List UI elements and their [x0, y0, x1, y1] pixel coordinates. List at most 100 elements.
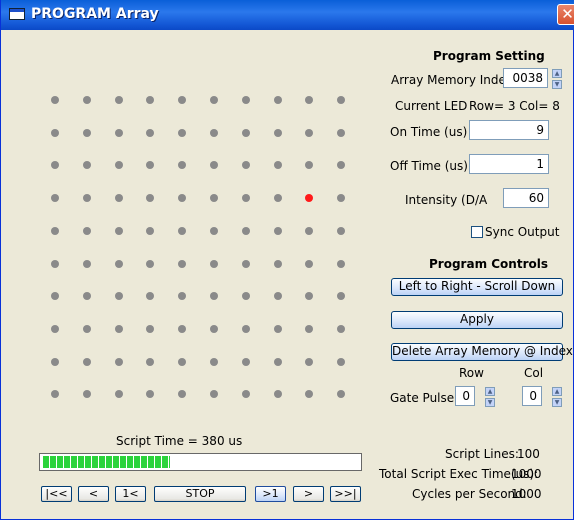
spin-up-icon[interactable]: ▲: [552, 387, 562, 396]
spin-up-icon[interactable]: ▲: [552, 69, 562, 78]
led[interactable]: [146, 194, 154, 202]
led[interactable]: [242, 161, 250, 169]
led[interactable]: [337, 358, 345, 366]
led[interactable]: [337, 390, 345, 398]
led[interactable]: [178, 292, 186, 300]
led[interactable]: [305, 390, 313, 398]
led[interactable]: [274, 292, 282, 300]
stop-button[interactable]: STOP: [154, 486, 246, 502]
led[interactable]: [337, 292, 345, 300]
led[interactable]: [83, 194, 91, 202]
led[interactable]: [115, 96, 123, 104]
led[interactable]: [178, 358, 186, 366]
led[interactable]: [274, 390, 282, 398]
led[interactable]: [305, 292, 313, 300]
led[interactable]: [274, 96, 282, 104]
led[interactable]: [337, 96, 345, 104]
led[interactable]: [242, 96, 250, 104]
led[interactable]: [274, 227, 282, 235]
led[interactable]: [210, 325, 218, 333]
led[interactable]: [146, 227, 154, 235]
spin-down-icon[interactable]: ▼: [485, 398, 495, 407]
led[interactable]: [242, 194, 250, 202]
led[interactable]: [51, 129, 59, 137]
nav-prev-button[interactable]: <: [78, 486, 109, 502]
led[interactable]: [305, 260, 313, 268]
led[interactable]: [242, 129, 250, 137]
led[interactable]: [51, 227, 59, 235]
gate-row-input[interactable]: 0: [455, 386, 475, 406]
led[interactable]: [242, 260, 250, 268]
title-bar[interactable]: PROGRAM Array ✕: [1, 0, 574, 30]
led[interactable]: [146, 129, 154, 137]
led[interactable]: [242, 292, 250, 300]
led[interactable]: [274, 358, 282, 366]
led[interactable]: [305, 227, 313, 235]
led[interactable]: [51, 96, 59, 104]
led[interactable]: [178, 325, 186, 333]
spin-down-icon[interactable]: ▼: [552, 80, 562, 89]
memory-index-spinner[interactable]: ▲ ▼: [552, 69, 562, 89]
led[interactable]: [305, 129, 313, 137]
nav-next-button[interactable]: >: [293, 486, 324, 502]
led[interactable]: [337, 325, 345, 333]
led[interactable]: [51, 260, 59, 268]
led[interactable]: [115, 194, 123, 202]
led[interactable]: [178, 390, 186, 398]
led[interactable]: [83, 292, 91, 300]
led[interactable]: [337, 161, 345, 169]
led[interactable]: [83, 390, 91, 398]
led[interactable]: [83, 96, 91, 104]
led[interactable]: [146, 390, 154, 398]
led[interactable]: [83, 129, 91, 137]
led[interactable]: [210, 260, 218, 268]
led[interactable]: [146, 260, 154, 268]
led[interactable]: [146, 325, 154, 333]
led[interactable]: [83, 358, 91, 366]
led[interactable]: [274, 129, 282, 137]
led[interactable]: [178, 161, 186, 169]
led[interactable]: [115, 260, 123, 268]
gate-col-input[interactable]: 0: [522, 386, 542, 406]
led[interactable]: [210, 161, 218, 169]
led[interactable]: [83, 161, 91, 169]
led[interactable]: [242, 390, 250, 398]
on-time-input[interactable]: 9: [469, 120, 549, 140]
led[interactable]: [210, 194, 218, 202]
scroll-direction-button[interactable]: Left to Right - Scroll Down: [391, 278, 563, 296]
led[interactable]: [115, 358, 123, 366]
led[interactable]: [337, 260, 345, 268]
led[interactable]: [83, 227, 91, 235]
off-time-input[interactable]: 1: [469, 154, 549, 174]
gate-col-spinner[interactable]: ▲ ▼: [552, 387, 562, 407]
memory-index-input[interactable]: 0038: [503, 68, 548, 88]
led[interactable]: [51, 292, 59, 300]
led[interactable]: [242, 325, 250, 333]
nav-step-back-button[interactable]: 1<: [115, 486, 146, 502]
led-active[interactable]: [305, 194, 313, 202]
led[interactable]: [305, 96, 313, 104]
led[interactable]: [115, 325, 123, 333]
led[interactable]: [274, 161, 282, 169]
led[interactable]: [115, 161, 123, 169]
led[interactable]: [146, 96, 154, 104]
led[interactable]: [83, 325, 91, 333]
led[interactable]: [115, 390, 123, 398]
spin-up-icon[interactable]: ▲: [485, 387, 495, 396]
intensity-input[interactable]: 60: [503, 188, 549, 208]
led[interactable]: [305, 325, 313, 333]
led[interactable]: [210, 96, 218, 104]
close-button[interactable]: ✕: [557, 4, 574, 25]
led[interactable]: [115, 227, 123, 235]
led[interactable]: [115, 292, 123, 300]
led[interactable]: [305, 358, 313, 366]
led[interactable]: [210, 227, 218, 235]
led[interactable]: [337, 194, 345, 202]
led[interactable]: [210, 390, 218, 398]
led[interactable]: [115, 129, 123, 137]
spin-down-icon[interactable]: ▼: [552, 398, 562, 407]
nav-first-button[interactable]: |<<: [41, 486, 72, 502]
led[interactable]: [178, 227, 186, 235]
led[interactable]: [274, 325, 282, 333]
led[interactable]: [274, 260, 282, 268]
